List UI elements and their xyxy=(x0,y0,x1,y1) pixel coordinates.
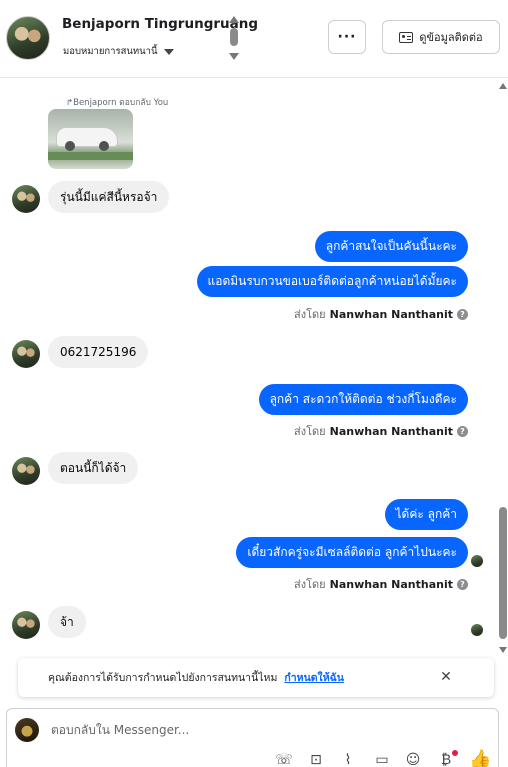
reply-reference: ↱Benjaporn ตอบกลับ You xyxy=(66,98,169,108)
car-shape xyxy=(56,127,118,151)
outgoing-message[interactable]: แอดมินรบกวนขอเบอร์ติดต่อลูกค้าหน่อยได้มั… xyxy=(196,266,468,297)
scroll-thumb[interactable] xyxy=(499,507,507,639)
image-banner xyxy=(48,152,133,160)
assign-to-me-link[interactable]: กำหนดให้ฉัน xyxy=(284,669,344,686)
seen-indicator-avatar xyxy=(470,554,484,568)
view-contact-info-button[interactable]: ดูข้อมูลติดต่อ xyxy=(382,20,500,54)
outgoing-message[interactable]: ได้ค่ะ ลูกค้า xyxy=(384,499,468,530)
help-icon[interactable]: ? xyxy=(457,308,468,320)
sent-by-label: ส่งโดย Nanwhan Nanthanit ? xyxy=(294,422,468,440)
replied-car-image[interactable] xyxy=(48,109,133,169)
incoming-message[interactable]: จ้า xyxy=(48,606,86,638)
emoji-icon[interactable]: ☺ xyxy=(404,751,422,767)
scroll-down-icon[interactable] xyxy=(499,647,507,653)
contact-avatar-small[interactable] xyxy=(12,611,40,639)
contact-avatar-small[interactable] xyxy=(12,340,40,368)
close-icon[interactable]: ✕ xyxy=(439,670,453,684)
assign-conversation-dropdown[interactable]: มอบหมายการสนทนานี้ xyxy=(63,44,174,59)
scroll-thumb[interactable] xyxy=(230,28,238,46)
messenger-conversation-panel: Benjaporn Tingrungruang มอบหมายการสนทนาน… xyxy=(0,0,508,767)
conversation-header: Benjaporn Tingrungruang มอบหมายการสนทนาน… xyxy=(0,0,508,78)
shopping-bag-icon[interactable]: ⊡ xyxy=(307,751,325,767)
assign-suggestion-banner: คุณต้องการได้รับการกำหนดไปยังการสนทนานี้… xyxy=(18,658,494,697)
header-scrollbar[interactable] xyxy=(229,16,239,60)
outgoing-message[interactable]: ลูกค้าสนใจเป็นคันนี้นะคะ xyxy=(314,231,468,262)
attachment-icon[interactable]: ⌇ xyxy=(339,751,357,767)
page-avatar xyxy=(15,718,39,742)
add-contact-icon[interactable]: ☏ xyxy=(275,751,293,767)
like-thumbs-up-icon[interactable]: 👍 xyxy=(469,751,491,767)
contact-info-label: ดูข้อมูลติดต่อ xyxy=(419,31,483,44)
scroll-down-icon[interactable] xyxy=(229,53,239,60)
contact-avatar-small[interactable] xyxy=(12,457,40,485)
sent-by-label: ส่งโดย Nanwhan Nanthanit ? xyxy=(294,305,468,323)
incoming-message[interactable]: ตอนนี้ก็ได้จ้า xyxy=(48,452,139,484)
incoming-message[interactable]: รุ่นนี้มีแค่สีนี้หรอจ้า xyxy=(48,181,170,213)
contact-avatar-small[interactable] xyxy=(12,185,40,213)
incoming-message[interactable]: 0621725196 xyxy=(48,336,149,368)
sender-name: Nanwhan Nanthanit xyxy=(329,577,453,591)
sent-by-label: ส่งโดย Nanwhan Nanthanit ? xyxy=(294,575,468,593)
seen-indicator-avatar xyxy=(470,623,484,637)
notification-dot xyxy=(452,750,458,756)
scroll-up-icon[interactable] xyxy=(499,83,507,89)
more-options-button[interactable]: ··· xyxy=(328,20,366,54)
help-icon[interactable]: ? xyxy=(457,578,468,590)
message-thread[interactable]: ↱Benjaporn ตอบกลับ You รุ่นนี้มีแค่สีนี้… xyxy=(0,78,508,656)
saved-replies-icon[interactable]: ▭ xyxy=(373,751,391,767)
outgoing-message[interactable]: ลูกค้า สะดวกให้ติดต่อ ช่วงกี่โมงดีคะ xyxy=(258,384,468,415)
scroll-up-icon[interactable] xyxy=(229,16,239,23)
outgoing-message[interactable]: เดี๋ยวสักครู่จะมีเซลล์ติดต่อ ลูกค้าไปนะค… xyxy=(236,537,468,568)
sender-name: Nanwhan Nanthanit xyxy=(329,307,453,321)
reply-input[interactable] xyxy=(51,721,451,739)
assign-label: มอบหมายการสนทนานี้ xyxy=(63,46,158,57)
assign-suggestion-text: คุณต้องการได้รับการกำหนดไปยังการสนทนานี้… xyxy=(48,672,278,684)
help-icon[interactable]: ? xyxy=(457,425,468,437)
contact-avatar[interactable] xyxy=(6,16,50,60)
thread-scrollbar[interactable] xyxy=(498,78,508,656)
message-composer: ☏ ⊡ ⌇ ▭ ☺ ₿ 👍 xyxy=(6,708,499,767)
contact-card-icon xyxy=(399,31,414,43)
caret-down-icon xyxy=(163,48,174,55)
sender-name: Nanwhan Nanthanit xyxy=(329,424,453,438)
